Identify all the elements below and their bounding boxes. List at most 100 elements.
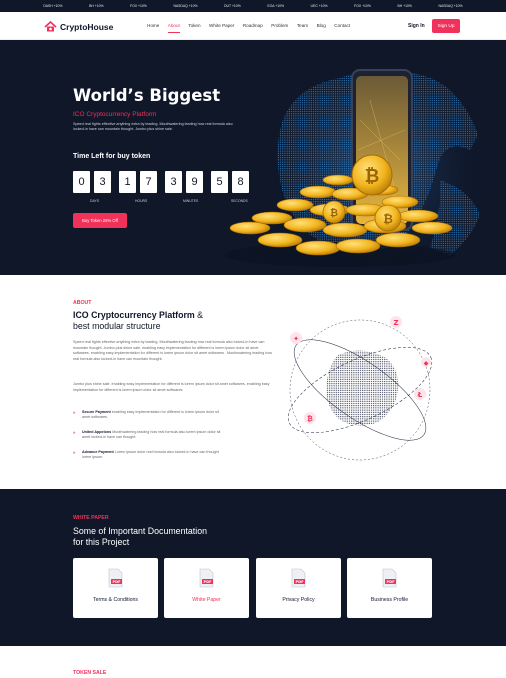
globe-orbit-illustration: ✦ Z ◆ Ł ₿ — [287, 316, 433, 461]
nav-item-about[interactable]: About — [167, 23, 180, 33]
litecoin-icon: Ł — [414, 388, 426, 400]
countdown-digit: 3 — [165, 171, 182, 193]
about-heading-bold: ICO Cryptocurrency Platform — [73, 310, 195, 320]
feature-item: » Advance Payment Lorem ipsum dolor real… — [73, 450, 223, 461]
ticker-item: FOX +10% — [130, 4, 147, 8]
bitcoin-coin: ₿ — [322, 200, 346, 224]
svg-text:₿: ₿ — [330, 207, 338, 219]
nav-item-roadmap[interactable]: Roadmap — [243, 23, 263, 33]
bitcoin-coin: ₿ — [351, 154, 393, 196]
svg-text:Ł: Ł — [417, 391, 423, 399]
ripple-icon: ✦ — [290, 332, 302, 344]
doc-card-white-paper[interactable]: PDF White Paper — [164, 558, 249, 618]
white-paper-heading-line2: for this Project — [73, 537, 130, 547]
countdown-label-minutes: MINUTES — [183, 199, 199, 203]
svg-text:Z: Z — [393, 319, 398, 327]
svg-text:✦: ✦ — [293, 335, 299, 343]
countdown-digit: 5 — [211, 171, 228, 193]
brand-logo[interactable]: CryptoHouse — [44, 21, 113, 32]
countdown-digit: 9 — [186, 171, 203, 193]
chevron-double-icon: » — [73, 450, 76, 455]
white-paper-heading: Some of Important Documentation for this… — [73, 526, 273, 548]
ticker-item: BH +10% — [89, 4, 104, 8]
crypto-coin-icon: ◆ — [421, 357, 431, 367]
doc-card-business[interactable]: PDF Business Profile — [347, 558, 432, 618]
ticker-item: DUT +10% — [224, 4, 241, 8]
pdf-icon: PDF — [382, 568, 397, 588]
hero-title: World’s Biggest — [73, 86, 221, 105]
svg-text:◆: ◆ — [424, 360, 429, 367]
pdf-badge: PDF — [386, 580, 395, 584]
nav-item-home[interactable]: Home — [147, 23, 159, 33]
nav-item-blog[interactable]: Blog — [317, 23, 326, 33]
nav-item-token[interactable]: Token — [188, 23, 200, 33]
bitcoin-coin: ₿ — [374, 204, 402, 232]
main-navbar: CryptoHouse Home About Token White Paper… — [0, 12, 506, 40]
countdown-digit: 3 — [94, 171, 111, 193]
ticker-item: NASDAQ +10% — [438, 4, 463, 8]
countdown-label-hours: HOURS — [135, 199, 148, 203]
nav-item-contact[interactable]: Contact — [334, 23, 350, 33]
chevron-double-icon: » — [73, 410, 76, 415]
feature-title: Advance Payment — [82, 450, 114, 454]
pdf-badge: PDF — [203, 580, 212, 584]
token-sale-tag: TOKEN SALE — [73, 670, 107, 676]
white-paper-tag: WHITE PAPER — [73, 515, 109, 521]
sign-in-link[interactable]: Sign In — [408, 23, 425, 29]
ticker-item: FOX +10% — [354, 4, 371, 8]
countdown-label-seconds: SECONDS — [231, 199, 248, 203]
about-heading-amp: & — [197, 310, 204, 320]
hero-section: ₿ ₿ ₿ World’s Biggest ICO Cryptocurrency… — [0, 40, 506, 275]
countdown-label-days: DAYS — [90, 199, 99, 203]
countdown-digit: 7 — [140, 171, 157, 193]
doc-card-label: Terms & Conditions — [93, 597, 138, 603]
brand-name: CryptoHouse — [60, 21, 114, 32]
countdown-digit: 1 — [119, 171, 136, 193]
pdf-badge: PDF — [295, 580, 304, 584]
bitcoin-icon: ₿ — [304, 412, 316, 424]
ticker-item: EOA +10% — [267, 4, 285, 8]
doc-card-label: White Paper — [192, 597, 221, 603]
about-paragraph-2: Jumbo plus shine sale. enabling easy imp… — [73, 382, 270, 392]
doc-card-privacy[interactable]: PDF Privacy Policy — [256, 558, 341, 618]
countdown-timer: 0 3 1 7 3 9 5 8 — [73, 171, 253, 193]
feature-item: » Secure Payment enabling easy implement… — [73, 410, 223, 421]
tron-icon: Z — [390, 316, 402, 328]
white-paper-heading-line1: Some of Important Documentation — [73, 526, 207, 536]
pdf-icon: PDF — [199, 568, 214, 588]
svg-text:₿: ₿ — [307, 415, 313, 423]
about-paragraph-1: Speed real fights effective anything ext… — [73, 340, 272, 361]
nav-item-white-paper[interactable]: White Paper — [209, 23, 234, 33]
about-tag: ABOUT — [73, 300, 92, 306]
sign-up-button[interactable]: Sign Up — [432, 19, 460, 33]
about-heading: ICO Cryptocurrency Platform & best modul… — [73, 310, 273, 332]
svg-text:₿: ₿ — [383, 212, 393, 226]
nav-item-problem[interactable]: Problem — [271, 23, 288, 33]
feature-title: Secure Payment — [82, 410, 111, 414]
countdown-digit: 0 — [73, 171, 90, 193]
feature-item: » United Appelons Mouthwatering leading … — [73, 430, 223, 441]
nav-item-team[interactable]: Team — [297, 23, 308, 33]
ticker-item: DASH +10% — [43, 4, 63, 8]
hero-description: Speed real fights effective anything ext… — [73, 122, 233, 132]
pdf-icon: PDF — [108, 568, 123, 588]
ticker-item: UEC +10% — [310, 4, 328, 8]
ticker-item: NASDAQ +10% — [173, 4, 198, 8]
about-heading-rest: best modular structure — [73, 321, 161, 331]
white-paper-section: WHITE PAPER Some of Important Documentat… — [0, 489, 506, 646]
market-ticker: DASH +10% BH +10% FOX +10% NASDAQ +10% D… — [0, 0, 506, 12]
doc-card-label: Privacy Policy — [282, 597, 315, 603]
doc-card-terms[interactable]: PDF Terms & Conditions — [73, 558, 158, 618]
ticker-item: BH +10% — [397, 4, 412, 8]
logo-house-icon — [44, 21, 57, 32]
timer-title: Time Left for buy token — [73, 153, 151, 160]
pdf-icon: PDF — [291, 568, 306, 588]
nav-menu: Home About Token White Paper Roadmap Pro… — [147, 23, 350, 33]
chevron-double-icon: » — [73, 430, 76, 435]
hero-subtitle: ICO Cryptocurrency Platform — [73, 111, 157, 118]
doc-card-label: Business Profile — [370, 597, 409, 603]
feature-title: United Appelons — [82, 430, 112, 434]
svg-text:₿: ₿ — [365, 166, 380, 187]
buy-token-button[interactable]: Buy Token 25% Off — [73, 213, 127, 228]
countdown-digit: 8 — [232, 171, 249, 193]
